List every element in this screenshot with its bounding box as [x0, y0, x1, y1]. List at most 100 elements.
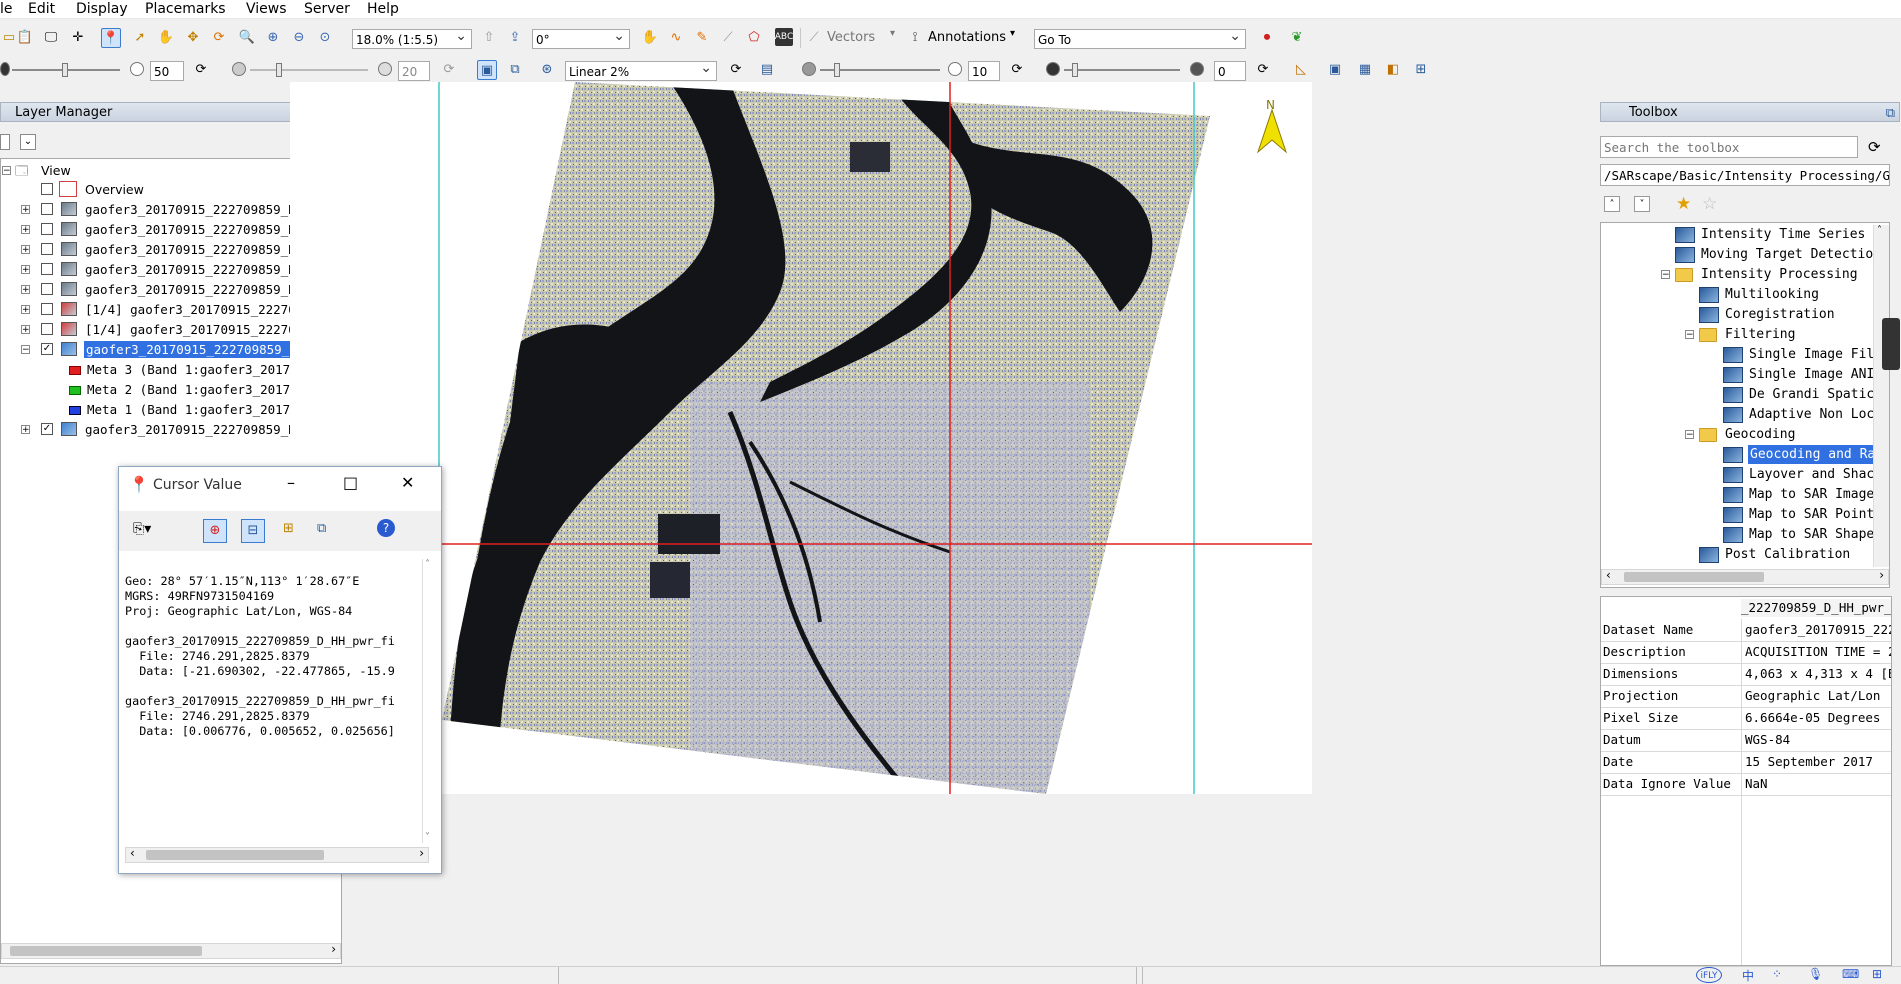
link-icon[interactable]: ⊟: [241, 519, 265, 543]
goto-combo[interactable]: Go To: [1034, 29, 1246, 49]
sharpen-thumb[interactable]: [834, 63, 840, 77]
display-icon[interactable]: 🖵: [42, 28, 60, 46]
windows-icon[interactable]: ⧉: [317, 521, 326, 536]
minimize-icon[interactable]: –: [287, 473, 295, 492]
microphone-icon[interactable]: 🎙: [1808, 967, 1823, 981]
menu-display[interactable]: Display: [76, 0, 128, 18]
fly-icon[interactable]: ✥: [184, 28, 202, 46]
zoom-fixed-icon[interactable]: 🔍: [238, 28, 256, 46]
stretch-view-icon[interactable]: ⧉: [506, 60, 524, 78]
sharpen-field[interactable]: 10: [968, 61, 1000, 81]
favorite-icon[interactable]: ☆: [1702, 194, 1717, 214]
transparency-reset-icon[interactable]: ⟳: [1254, 60, 1272, 78]
split-icon[interactable]: ⊞: [1412, 60, 1430, 78]
rotate-icon[interactable]: ⟳: [210, 28, 228, 46]
annotation-text-icon[interactable]: ABC: [775, 28, 793, 46]
menu-views[interactable]: Views: [246, 0, 287, 18]
ime-punct-icon[interactable]: ⁘: [1772, 967, 1782, 981]
prop-row[interactable]: Date 15 September 2017: [1601, 751, 1891, 774]
brightness-thumb[interactable]: [62, 63, 68, 77]
prop-row[interactable]: Dataset Name gaofer3_20170915_222: [1601, 619, 1891, 642]
keyboard-icon[interactable]: ⌨: [1842, 967, 1859, 981]
toolbox-search-input[interactable]: [1600, 136, 1858, 158]
cursor-value-titlebar[interactable]: 📍 Cursor Value – □ ✕: [119, 467, 441, 505]
contrast-field[interactable]: 20: [398, 61, 430, 81]
ime-badge-icon[interactable]: iFLY: [1696, 967, 1722, 983]
leaf-icon[interactable]: ❦: [1288, 28, 1306, 46]
prop-row[interactable]: Projection Geographic Lat/Lon: [1601, 685, 1891, 708]
menu-placemarks[interactable]: Placemarks: [145, 0, 226, 18]
scroll-right-icon[interactable]: ›: [419, 846, 424, 860]
toolbox-vscrollbar[interactable]: ˄: [1873, 225, 1889, 567]
transparency-field[interactable]: 0: [1214, 61, 1246, 81]
close-icon[interactable]: ✕: [401, 473, 414, 492]
ime-lang-icon[interactable]: 中: [1742, 967, 1754, 984]
scroll-left-icon[interactable]: ‹: [1606, 568, 1611, 582]
prop-row[interactable]: Pixel Size 6.6664e-05 Degrees: [1601, 707, 1891, 730]
rotate-reset-icon[interactable]: ⇪: [506, 28, 524, 46]
stretch-roi-icon[interactable]: ⊛: [538, 60, 556, 78]
pan-hand-icon[interactable]: ✋: [157, 28, 175, 46]
contrast-slider[interactable]: [250, 69, 368, 71]
menu-server[interactable]: Server: [304, 0, 350, 18]
measure-icon[interactable]: ◺: [1292, 60, 1310, 78]
clipboard-icon[interactable]: 📋: [16, 28, 34, 46]
brightness-reset-icon[interactable]: ⟳: [192, 60, 210, 78]
zoom-out-icon[interactable]: ⊖: [290, 28, 308, 46]
cursor-value-pin-icon[interactable]: 📍: [101, 28, 121, 48]
brightness-field[interactable]: 50: [150, 61, 184, 81]
histogram-icon[interactable]: ▤: [758, 60, 776, 78]
vector-create-icon[interactable]: ✎: [693, 28, 711, 46]
prop-row[interactable]: Description ACQUISITION TIME = 2: [1601, 641, 1891, 664]
overlay-icon[interactable]: ◧: [1384, 60, 1402, 78]
vector-hand-icon[interactable]: ✋: [641, 28, 659, 46]
chip-icon[interactable]: ▣: [1326, 60, 1344, 78]
scroll-left-icon[interactable]: ‹: [130, 846, 135, 860]
menu-edit[interactable]: Edit: [28, 0, 55, 18]
collapse-down-icon[interactable]: ˅: [1634, 196, 1650, 212]
ime-menu-icon[interactable]: ⊞: [1872, 967, 1882, 981]
menu-help[interactable]: Help: [367, 0, 399, 18]
annotations-dropdown[interactable]: Annotations: [928, 30, 1006, 45]
toolbox-hscrollbar[interactable]: ‹ ›: [1601, 568, 1889, 585]
stretch-full-icon[interactable]: ▣: [477, 60, 497, 80]
maximize-icon[interactable]: □: [343, 473, 358, 492]
prop-row[interactable]: Data Ignore Value NaN: [1601, 773, 1891, 796]
layer-icon[interactable]: ▦: [1356, 60, 1374, 78]
prop-row[interactable]: Dimensions 4,063 x 4,313 x 4 [B: [1601, 663, 1891, 686]
map-view[interactable]: N: [290, 82, 1312, 794]
collapse-all-icon[interactable]: [0, 134, 10, 150]
crosshair-icon[interactable]: ✛: [69, 28, 87, 46]
contrast-thumb[interactable]: [276, 63, 282, 77]
scroll-down-icon[interactable]: ˅: [425, 832, 430, 843]
zoom-fit-icon[interactable]: ⊙: [316, 28, 334, 46]
sar-image[interactable]: N: [290, 82, 1312, 794]
prop-row[interactable]: Datum WGS-84: [1601, 729, 1891, 752]
transparency-thumb[interactable]: [1072, 63, 1078, 77]
zoom-in-icon[interactable]: ⊕: [264, 28, 282, 46]
toolbox-path-field[interactable]: /SARscape/Basic/Intensity Processing/G: [1600, 164, 1890, 186]
rotation-combo[interactable]: 0°: [532, 29, 630, 49]
vector-edit-icon[interactable]: ∿: [667, 28, 685, 46]
cursor-value-window[interactable]: 📍 Cursor Value – □ ✕ ⎘▾ ⊕ ⊟ ⊞ ⧉ ? Geo: 2…: [118, 466, 442, 874]
grid-icon[interactable]: ⊞: [283, 521, 294, 536]
contrast-reset-icon[interactable]: ⟳: [440, 60, 458, 78]
cursor-value-vscrollbar[interactable]: ˄ ˅: [422, 559, 437, 843]
expand-icon[interactable]: ⌄: [20, 134, 36, 150]
stretch-reset-icon[interactable]: ⟳: [727, 60, 745, 78]
vectors-dropdown[interactable]: Vectors: [827, 30, 875, 45]
select-arrow-icon[interactable]: ➚: [131, 28, 149, 46]
favorite-add-icon[interactable]: ★: [1676, 194, 1691, 214]
sharpen-reset-icon[interactable]: ⟳: [1008, 60, 1026, 78]
transparency-slider[interactable]: [1064, 69, 1180, 71]
cursor-value-hscrollbar[interactable]: ‹ ›: [125, 846, 429, 863]
vertex-icon[interactable]: ⟋: [719, 28, 737, 46]
scroll-right-icon[interactable]: ›: [331, 942, 336, 956]
record-icon[interactable]: ⏺: [1258, 28, 1276, 46]
panel-dock-icon[interactable]: ⧉: [1886, 104, 1895, 124]
copy-icon[interactable]: ⎘▾: [133, 521, 151, 537]
side-handle[interactable]: [1882, 318, 1900, 370]
scroll-up-icon[interactable]: ˄: [425, 559, 430, 570]
stretch-combo[interactable]: Linear 2%: [565, 61, 717, 81]
help-icon[interactable]: ?: [377, 519, 395, 537]
